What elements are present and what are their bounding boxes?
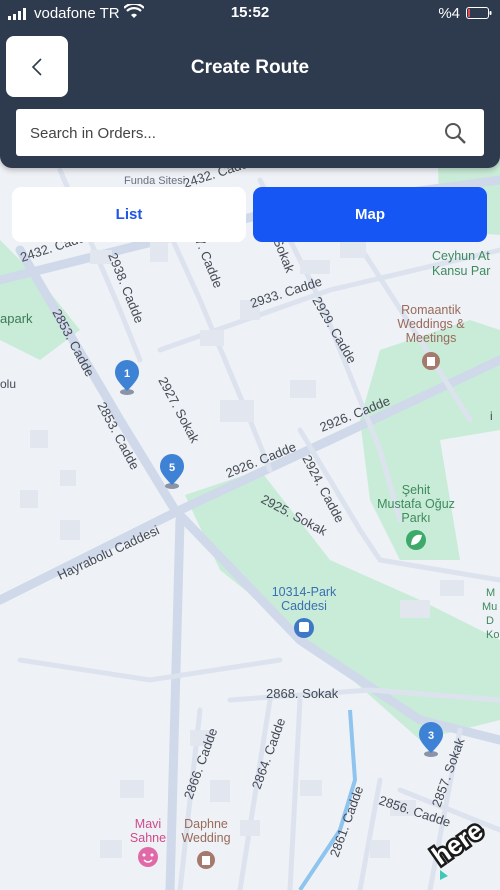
svg-text:1: 1 [124, 368, 130, 380]
status-bar: vodafone TR 15:52 %4 [0, 0, 500, 26]
page-title: Create Route [190, 57, 310, 78]
status-time: 15:52 [230, 4, 270, 21]
list-view-button[interactable]: List [12, 187, 246, 242]
street-label: 2868. Sokak [266, 686, 339, 701]
building-icon [197, 851, 215, 869]
place-label: Romaantik Weddings & Meetings [397, 303, 465, 345]
building-icon [422, 352, 440, 370]
theater-icon [138, 847, 158, 867]
search-bar[interactable] [16, 109, 484, 158]
search-icon[interactable] [444, 122, 466, 144]
battery-percent: %4 [438, 5, 460, 22]
leaf-icon [406, 530, 426, 550]
street-label: apark [0, 311, 33, 326]
street-label: Funda Sitesi [124, 175, 185, 187]
street-label: olu [0, 377, 16, 391]
header-bar: vodafone TR 15:52 %4 Create Route [0, 0, 500, 168]
map-view-button[interactable]: Map [253, 187, 487, 242]
place-label: Daphne Wedding [181, 817, 230, 845]
svg-text:5: 5 [169, 462, 175, 474]
bus-icon [294, 618, 314, 638]
search-input[interactable] [28, 109, 432, 158]
battery-icon [466, 7, 492, 19]
place-label: Mavi Sahne [130, 817, 166, 845]
svg-text:3: 3 [428, 730, 434, 742]
street-label: i [490, 409, 493, 423]
place-label: Ceyhun At Kansu Par [432, 249, 490, 278]
